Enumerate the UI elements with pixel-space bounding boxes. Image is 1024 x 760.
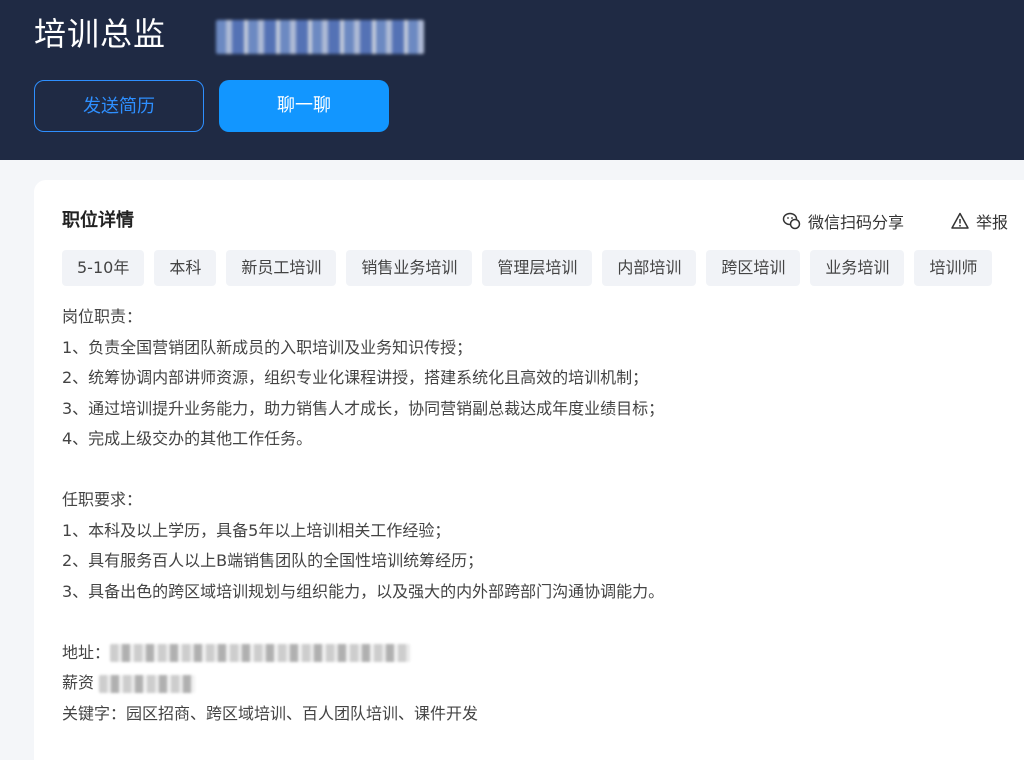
tag-item: 管理层培训 (482, 250, 593, 286)
chat-button[interactable]: 聊一聊 (219, 80, 389, 132)
report-button[interactable]: 举报 (950, 208, 1008, 234)
tag-item: 销售业务培训 (346, 250, 473, 286)
share-label: 微信扫码分享 (808, 213, 905, 232)
salary-line: 薪资 (62, 668, 664, 699)
tag-list: 5-10年 本科 新员工培训 销售业务培训 管理层培训 内部培训 跨区培训 业务… (62, 250, 993, 286)
job-description: 岗位职责： 1、负责全国营销团队新成员的入职培训及业务知识传授； 2、统筹协调内… (62, 302, 664, 729)
responsibility-line: 3、通过培训提升业务能力，助力销售人才成长，协同营销副总裁达成年度业绩目标； (62, 398, 665, 418)
tag-item: 本科 (154, 250, 217, 286)
requirement-line: 2、具有服务百人以上B端销售团队的全国性培训统筹经历； (62, 551, 484, 570)
report-label: 举报 (976, 213, 1009, 232)
responsibilities-heading: 岗位职责： (62, 307, 143, 326)
tag-item: 跨区培训 (706, 250, 801, 286)
warning-icon (950, 211, 970, 231)
address-redacted (110, 644, 411, 662)
send-resume-button[interactable]: 发送简历 (34, 80, 204, 132)
tag-item: 内部培训 (602, 250, 697, 286)
responsibility-line: 1、负责全国营销团队新成员的入职培训及业务知识传授； (62, 337, 473, 357)
job-title: 培训总监 (34, 15, 167, 53)
wechat-icon (782, 211, 802, 231)
tag-item: 5-10年 (62, 250, 145, 286)
job-detail-card: 职位详情 微信扫码分享 举报 5-10年 本科 新员工培训 销售业务培训 管理层… (34, 180, 1024, 760)
requirement-line: 3、具备出色的跨区域培训规划与组织能力，以及强大的内外部跨部门沟通协调能力。 (62, 581, 665, 601)
responsibility-line: 4、完成上级交办的其他工作任务。 (62, 429, 313, 448)
salary-value-redacted (99, 674, 196, 693)
tag-item: 培训师 (914, 250, 993, 286)
address-line: 地址： (62, 638, 664, 669)
job-header: 培训总监 发送简历 聊一聊 (0, 0, 1024, 160)
responsibility-line: 2、统筹协调内部讲师资源，组织专业化课程讲授，搭建系统化且高效的培训机制； (62, 368, 649, 387)
requirement-line: 1、本科及以上学历，具备5年以上培训相关工作经验； (62, 520, 451, 540)
keywords-line: 关键字：园区招商、跨区域培训、百人团队培训、课件开发 (62, 703, 479, 723)
salary-label: 薪资 (62, 673, 95, 692)
wechat-share-button[interactable]: 微信扫码分享 (782, 208, 904, 234)
requirements-heading: 任职要求： (62, 490, 143, 509)
section-title: 职位详情 (62, 210, 134, 231)
salary-redacted (216, 20, 424, 54)
address-label: 地址： (62, 642, 111, 662)
tag-item: 新员工培训 (226, 250, 337, 286)
tag-item: 业务培训 (810, 250, 905, 286)
